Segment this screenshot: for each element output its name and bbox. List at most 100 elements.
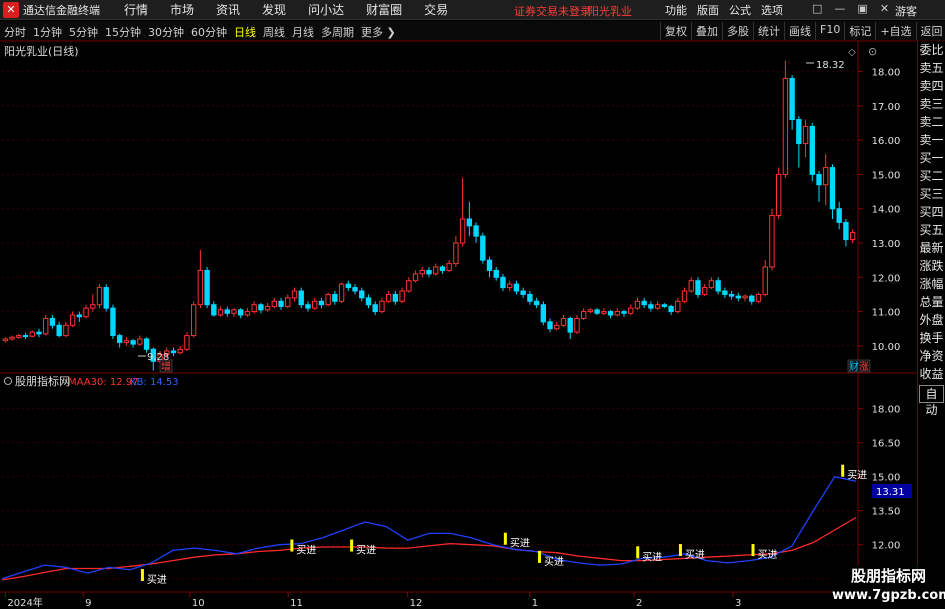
tab-weekly[interactable]: 周线 xyxy=(263,24,285,40)
overlay-button[interactable]: 叠加 xyxy=(691,22,722,40)
tab-multi-period[interactable]: 多周期 xyxy=(321,24,354,40)
auto-button[interactable]: 自动 xyxy=(919,385,944,417)
candle-body xyxy=(836,208,842,223)
candle-body xyxy=(816,173,822,186)
buy-signal-label: 买进 xyxy=(147,574,167,586)
candle-body xyxy=(143,338,150,350)
menu-discover[interactable]: 发现 xyxy=(262,1,286,18)
side-item-ask1[interactable]: 卖一 xyxy=(918,131,945,149)
minimize-icon[interactable]: — xyxy=(834,2,845,15)
menu-news[interactable]: 资讯 xyxy=(216,1,240,18)
side-item-bid5[interactable]: 买五 xyxy=(918,221,945,239)
side-item-change-pct[interactable]: 涨幅 xyxy=(918,275,945,293)
current-indicator-value: 13.31 xyxy=(876,487,905,498)
tab-timeshare[interactable]: 分时 xyxy=(4,24,26,40)
close-icon[interactable]: ✕ xyxy=(880,2,889,15)
financial-report-marker[interactable]: 财 xyxy=(849,360,859,373)
indicator-settings-icon[interactable] xyxy=(4,377,12,385)
side-item-order-ratio[interactable]: 委比 xyxy=(918,41,945,59)
side-item-bid1[interactable]: 买一 xyxy=(918,149,945,167)
tab-15min[interactable]: 15分钟 xyxy=(105,24,141,40)
tab-daily[interactable]: 日线 xyxy=(234,24,256,40)
candle-body xyxy=(305,304,311,309)
menu-trade[interactable]: 交易 xyxy=(424,1,448,18)
app-logo-icon: ✕ xyxy=(3,1,19,18)
main-panel: 18.00 17.00 16.00 15.00 14.00 13.00 12.00 11.00… xyxy=(0,41,917,609)
menu-function[interactable]: 功能 xyxy=(665,2,687,18)
period-tabs: 分时 1分钟 5分钟 15分钟 30分钟 60分钟 日线 周线 月线 多周期 更… xyxy=(4,24,403,40)
shareholding-increase-marker[interactable]: 增 xyxy=(161,360,171,373)
multi-stock-button[interactable]: 多股 xyxy=(722,22,753,40)
menu-quotes[interactable]: 行情 xyxy=(124,1,148,18)
candle-body xyxy=(473,225,479,237)
guest-login[interactable]: 游客 xyxy=(895,3,917,19)
side-item-ask4[interactable]: 卖四 xyxy=(918,77,945,95)
buy-signal-bar xyxy=(538,550,542,563)
chart-area[interactable]: 18.00 17.00 16.00 15.00 14.00 13.00 12.00 11.00… xyxy=(0,41,917,609)
candle-body xyxy=(849,232,856,241)
candle-body xyxy=(63,324,69,337)
menu-formula[interactable]: 公式 xyxy=(729,2,751,18)
menu-wealth[interactable]: 财富圈 xyxy=(366,1,402,18)
tab-monthly[interactable]: 月线 xyxy=(292,24,314,40)
statistics-button[interactable]: 统计 xyxy=(753,22,784,40)
menu-layout[interactable]: 版面 xyxy=(697,2,719,18)
tab-30min[interactable]: 30分钟 xyxy=(148,24,184,40)
buy-signal-bar xyxy=(636,546,640,559)
adjust-button[interactable]: 复权 xyxy=(660,22,691,40)
side-item-earnings[interactable]: 收益 xyxy=(918,365,945,383)
candle-body xyxy=(802,125,809,145)
diamond-icon[interactable]: ◇ xyxy=(848,47,856,58)
candle-body xyxy=(43,317,49,335)
maximize-icon[interactable]: ▣ xyxy=(857,2,867,15)
restore-icon[interactable]: □ xyxy=(812,2,822,15)
side-item-ask3[interactable]: 卖三 xyxy=(918,95,945,113)
candle-body xyxy=(702,287,708,295)
candle-body xyxy=(493,269,499,278)
add-watchlist-button[interactable]: +自选 xyxy=(875,22,915,40)
maa30-line xyxy=(1,516,857,581)
side-item-ask2[interactable]: 卖二 xyxy=(918,113,945,131)
candle-body xyxy=(399,290,405,302)
buy-signal-label: 买进 xyxy=(642,551,662,563)
side-item-bid2[interactable]: 买二 xyxy=(918,167,945,185)
candle-body xyxy=(742,295,748,299)
side-item-volume[interactable]: 总量 xyxy=(918,293,945,311)
tab-5min[interactable]: 5分钟 xyxy=(69,24,98,40)
candle-body xyxy=(459,218,466,244)
side-item-ask5[interactable]: 卖五 xyxy=(918,59,945,77)
draw-line-button[interactable]: 画线 xyxy=(784,22,815,40)
back-button[interactable]: 返回 xyxy=(915,22,945,40)
side-item-change[interactable]: 涨跌 xyxy=(918,257,945,275)
settings-circle-icon[interactable]: ⊙ xyxy=(868,45,877,58)
candle-body xyxy=(298,290,304,306)
candle-body xyxy=(540,304,547,323)
menu-options[interactable]: 选项 xyxy=(761,2,783,18)
side-item-bid4[interactable]: 买四 xyxy=(918,203,945,221)
tab-60min[interactable]: 60分钟 xyxy=(191,24,227,40)
login-notice[interactable]: 证券交易未登录 xyxy=(514,3,591,19)
menu-bar: ✕ 通达信金融终端 行情 市场 资讯 发现 问小达 财富圈 交易 证券交易未登录… xyxy=(0,0,945,20)
limit-up-marker[interactable]: 涨 xyxy=(859,361,869,373)
candle-body xyxy=(238,309,244,316)
tab-more[interactable]: 更多 ❯ xyxy=(361,24,396,40)
candle-body xyxy=(217,309,224,316)
side-item-outer-volume[interactable]: 外盘 xyxy=(918,311,945,329)
tab-1min[interactable]: 1分钟 xyxy=(33,24,62,40)
side-item-turnover[interactable]: 换手 xyxy=(918,329,945,347)
f10-button[interactable]: F10 xyxy=(815,22,844,40)
candle-body xyxy=(211,304,217,316)
candle-body xyxy=(654,304,661,309)
menu-market[interactable]: 市场 xyxy=(170,1,194,18)
candle-body xyxy=(110,307,116,337)
candle-body xyxy=(755,293,762,302)
candle-body xyxy=(648,304,654,309)
side-item-latest[interactable]: 最新 xyxy=(918,239,945,257)
mark-button[interactable]: 标记 xyxy=(844,22,875,40)
candle-body xyxy=(594,309,600,314)
menu-ask[interactable]: 问小达 xyxy=(308,1,344,18)
candle-body xyxy=(580,311,587,319)
side-item-net-assets[interactable]: 净资 xyxy=(918,347,945,365)
kb-value: KB: 14.53 xyxy=(130,377,179,388)
side-item-bid3[interactable]: 买三 xyxy=(918,185,945,203)
